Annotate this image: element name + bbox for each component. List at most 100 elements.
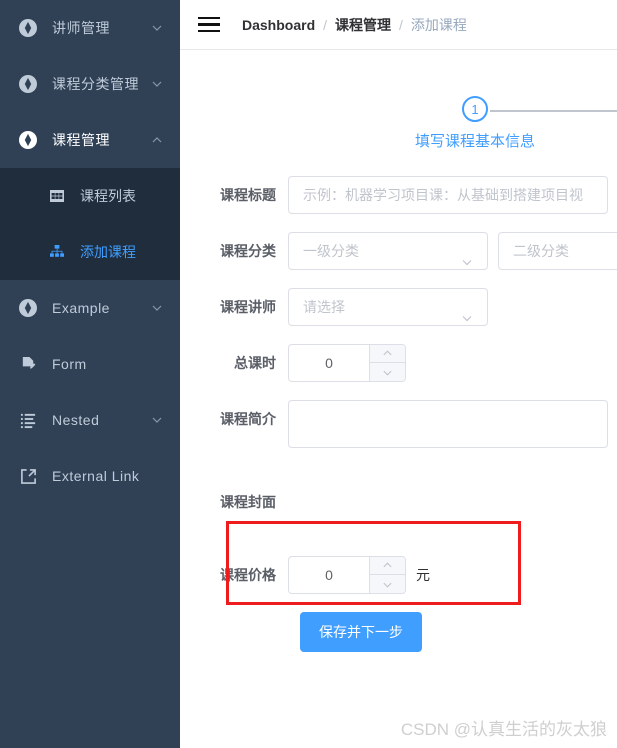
course-price-stepper[interactable]: 0	[288, 556, 406, 594]
form-row-cover: 课程封面	[180, 466, 617, 538]
step-indicator: 1 填写课程基本信息	[180, 96, 617, 166]
sidebar-item-course-management[interactable]: 课程管理	[0, 112, 180, 168]
sidebar-item-label: 讲师管理	[52, 20, 110, 36]
sidebar-item-teacher-management[interactable]: 讲师管理	[0, 0, 180, 56]
hamburger-bar	[198, 23, 220, 26]
category-level2-select[interactable]: 二级分类	[498, 232, 617, 270]
hamburger-bar	[198, 29, 220, 33]
form-icon	[18, 354, 38, 374]
form-row-title: 课程标题 示例：机器学习项目课：从基础到搭建项目视	[180, 176, 617, 214]
breadcrumb-separator: /	[323, 16, 328, 33]
chevron-down-icon	[150, 301, 164, 315]
breadcrumb-item-dashboard: Dashboard	[242, 16, 316, 33]
sidebar-item-add-course[interactable]: 添加课程	[0, 224, 180, 280]
course-title-control: 示例：机器学习项目课：从基础到搭建项目视	[288, 176, 608, 214]
step-head: 1	[370, 96, 617, 124]
step-connector-line	[490, 110, 617, 112]
course-teacher-label: 课程讲师	[220, 299, 276, 315]
form-row-teacher: 课程讲师 请选择	[180, 288, 617, 326]
hamburger-bar	[198, 16, 220, 20]
breadcrumb: Dashboard / 课程管理 / 添加课程	[242, 15, 467, 35]
stepper-buttons	[369, 345, 405, 381]
sidebar-item-course-category-management[interactable]: 课程分类管理	[0, 56, 180, 112]
course-form: 课程标题 示例：机器学习项目课：从基础到搭建项目视 课程分类 一级分类 二级分类	[180, 166, 617, 652]
category-level1-value: 一级分类	[303, 243, 359, 259]
course-price-control: 0 元	[288, 556, 430, 594]
sidebar-item-example[interactable]: Example	[0, 280, 180, 336]
app-root: 讲师管理 课程分类管理 课程管理 课程列表 添加课程 Example Form …	[0, 0, 617, 748]
total-lessons-value[interactable]: 0	[289, 345, 369, 381]
breadcrumb-separator: /	[399, 16, 403, 33]
main-content: Dashboard / 课程管理 / 添加课程 1 填写课程基本信息 课程标题 …	[180, 0, 617, 748]
chevron-down-icon	[150, 77, 164, 91]
sidebar-item-label: Example	[52, 300, 110, 316]
chevron-down-icon	[461, 301, 473, 322]
form-row-category: 课程分类 一级分类 二级分类	[180, 232, 617, 270]
step-number-badge: 1	[462, 96, 488, 122]
hamburger-icon[interactable]	[198, 15, 220, 35]
course-title-input[interactable]: 示例：机器学习项目课：从基础到搭建项目视	[288, 176, 608, 214]
course-title-label: 课程标题	[220, 187, 276, 203]
course-cover-label: 课程封面	[220, 494, 276, 510]
course-description-textarea[interactable]	[288, 400, 608, 448]
price-unit-label: 元	[416, 567, 430, 583]
breadcrumb-item-add-course: 添加课程	[410, 16, 467, 33]
tree-icon	[48, 243, 66, 261]
stepper-increase-button[interactable]	[370, 345, 405, 363]
course-price-label: 课程价格	[220, 567, 276, 583]
form-row-price: 课程价格 0 元	[180, 556, 617, 594]
component-icon	[18, 298, 38, 318]
chevron-up-icon	[150, 133, 164, 147]
total-lessons-control: 0	[288, 344, 406, 382]
sidebar-item-external-link[interactable]: External Link	[0, 448, 180, 504]
step-title: 填写课程基本信息	[414, 133, 535, 150]
external-link-icon	[18, 466, 38, 486]
sidebar-item-label: 添加课程	[80, 244, 136, 260]
total-lessons-stepper[interactable]: 0	[288, 344, 406, 382]
form-row-description: 课程简介	[180, 400, 617, 448]
course-teacher-control: 请选择	[288, 288, 488, 326]
stepper-decrease-button[interactable]	[370, 575, 405, 593]
course-price-value[interactable]: 0	[289, 557, 369, 593]
sidebar-item-label: External Link	[52, 468, 140, 484]
chevron-down-icon	[150, 413, 164, 427]
sidebar-item-label: Nested	[52, 412, 100, 428]
sidebar-submenu-course-management: 课程列表 添加课程	[0, 168, 180, 280]
no-arrow	[150, 469, 164, 483]
stepper-decrease-button[interactable]	[370, 363, 405, 381]
total-lessons-label: 总课时	[234, 355, 276, 371]
watermark: CSDN @认真生活的灰太狼	[400, 720, 607, 739]
component-icon	[18, 130, 38, 150]
no-arrow	[150, 357, 164, 371]
sidebar-item-label: 课程列表	[80, 188, 136, 204]
sidebar-item-form[interactable]: Form	[0, 336, 180, 392]
component-icon	[18, 18, 38, 38]
stepper-buttons	[369, 557, 405, 593]
category-level2-value: 二级分类	[513, 243, 569, 259]
sidebar-item-course-list[interactable]: 课程列表	[0, 168, 180, 224]
form-row-submit: 保存并下一步	[180, 612, 617, 652]
sidebar-item-label: 课程分类管理	[52, 76, 139, 92]
table-icon	[48, 187, 66, 205]
course-description-control	[288, 400, 608, 448]
sidebar-item-nested[interactable]: Nested	[0, 392, 180, 448]
course-teacher-value: 请选择	[303, 299, 345, 315]
course-teacher-select[interactable]: 请选择	[288, 288, 488, 326]
chevron-down-icon	[150, 21, 164, 35]
sidebar-item-label: Form	[52, 356, 87, 372]
save-and-next-button[interactable]: 保存并下一步	[300, 612, 422, 652]
course-category-control: 一级分类 二级分类	[288, 232, 617, 270]
nested-list-icon	[18, 410, 38, 430]
category-level1-select[interactable]: 一级分类	[288, 232, 488, 270]
stepper-increase-button[interactable]	[370, 557, 405, 575]
sidebar-item-label: 课程管理	[52, 132, 110, 148]
chevron-down-icon	[461, 245, 473, 266]
navbar: Dashboard / 课程管理 / 添加课程	[180, 0, 617, 50]
form-row-lessons: 总课时 0	[180, 344, 617, 382]
sidebar: 讲师管理 课程分类管理 课程管理 课程列表 添加课程 Example Form …	[0, 0, 180, 748]
course-description-label: 课程简介	[220, 411, 276, 427]
course-category-label: 课程分类	[220, 243, 276, 259]
breadcrumb-item-course-management[interactable]: 课程管理	[335, 15, 391, 35]
component-icon	[18, 74, 38, 94]
step-1: 1 填写课程基本信息	[370, 96, 617, 150]
